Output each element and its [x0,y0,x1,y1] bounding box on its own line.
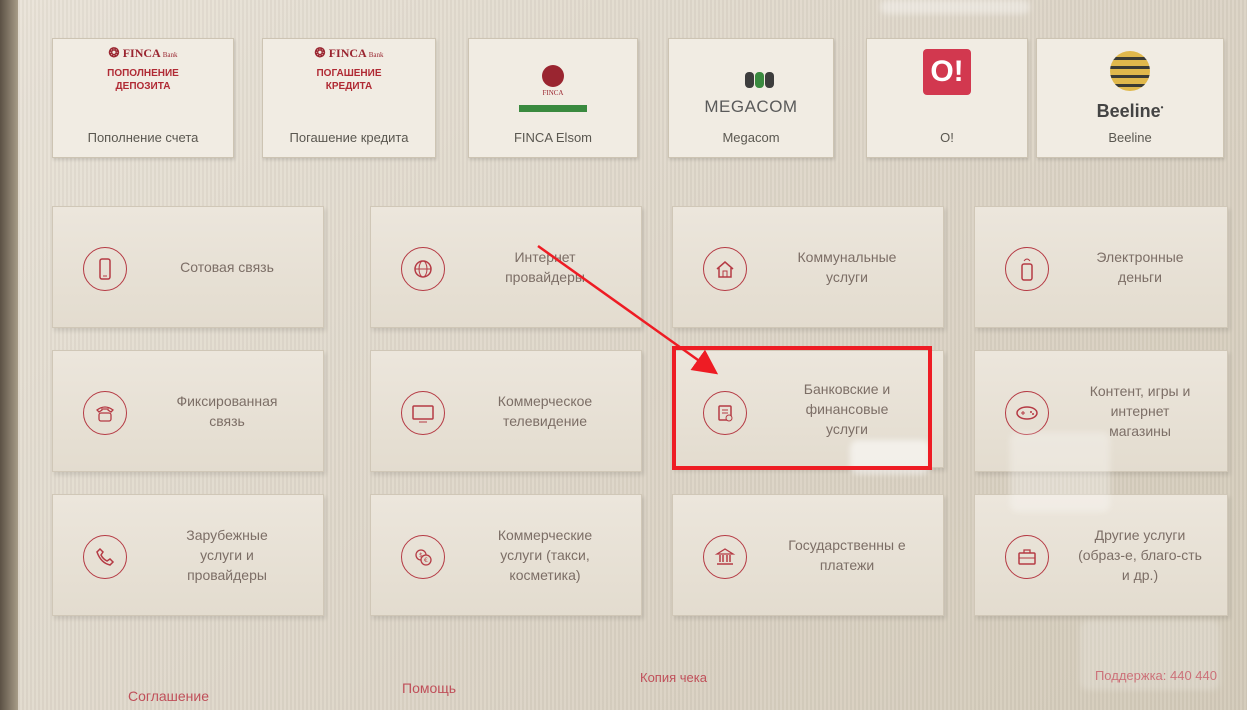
category-label: Сотовая связь [180,259,274,275]
provider-caption: FINCA Elsom [513,130,592,145]
category-commercial-tv[interactable]: Коммерческое телевидение [370,350,642,472]
svg-text:$: $ [419,552,423,559]
category-label: Другие услуги (образ-е, благо-сть и др.) [1078,527,1202,583]
category-government[interactable]: Государственны е платежи [672,494,944,616]
category-landline[interactable]: Фиксированная связь [52,350,324,472]
category-label: Интернет провайдеры [505,249,585,285]
screen-glare [880,0,1030,14]
tv-icon [401,391,445,435]
o-logo: O! [923,49,971,95]
category-label: Зарубежные услуги и провайдеры [186,527,268,583]
globe-icon [401,247,445,291]
screen-glare [1010,432,1110,512]
category-label: Коммерческое телевидение [497,393,593,429]
category-label: Коммерческие услуги (такси, косметика) [497,527,593,583]
house-icon [703,247,747,291]
svg-text:€: € [424,557,428,564]
finca-logo: ❂ FINCA Bank [108,45,178,60]
landline-phone-icon [83,391,127,435]
beeline-ball-icon [1110,51,1150,91]
megacom-logo: MEGACOM [704,97,798,116]
screen-glare [1080,620,1220,690]
finca-elsom-logo: FINCA [524,53,582,105]
provider-caption: Погашение кредита [289,130,409,145]
provider-caption: Beeline [1108,130,1152,145]
provider-logo-subtitle: ПОПОЛНЕНИЕ ДЕПОЗИТА [107,68,179,92]
category-foreign[interactable]: Зарубежные услуги и провайдеры [52,494,324,616]
elsom-bar [519,105,587,112]
government-building-icon [703,535,747,579]
agreement-link[interactable]: Соглашение [128,688,209,704]
megacom-mark-icon [745,72,774,88]
category-internet[interactable]: Интернет провайдеры [370,206,642,328]
screen-bezel [0,0,18,710]
beeline-logo: Beeline• [1096,101,1164,121]
category-label: Фиксированная связь [176,393,278,429]
provider-finca-deposit[interactable]: ❂ FINCA Bank ПОПОЛНЕНИЕ ДЕПОЗИТА Пополнен… [52,38,234,158]
provider-caption: Пополнение счета [87,130,199,145]
help-link[interactable]: Помощь [402,680,456,696]
category-commercial-services[interactable]: $ € Коммерческие услуги (такси, косметика… [370,494,642,616]
briefcase-icon [1005,535,1049,579]
handset-icon [83,535,127,579]
provider-finca-credit[interactable]: ❂ FINCA Bank ПОГАШЕНИЕ КРЕДИТА Погашение … [262,38,436,158]
category-other[interactable]: Другие услуги (образ-е, благо-сть и др.) [974,494,1228,616]
category-e-money[interactable]: Электронные деньги [974,206,1228,328]
game-controller-icon [1005,391,1049,435]
provider-megacom[interactable]: MEGACOM Megacom [668,38,834,158]
provider-caption: O! [940,130,954,145]
category-mobile[interactable]: Сотовая связь [52,206,324,328]
category-utilities[interactable]: Коммунальные услуги [672,206,944,328]
highlight-box [672,346,932,470]
provider-logo-subtitle: ПОГАШЕНИЕ КРЕДИТА [316,68,382,92]
category-label: Коммунальные услуги [797,249,897,285]
provider-finca-elsom[interactable]: FINCA FINCA Elsom [468,38,638,158]
money-icon: $ € [401,535,445,579]
category-label: Государственны е платежи [788,537,906,573]
provider-beeline[interactable]: Beeline• Beeline [1036,38,1224,158]
e-wallet-icon [1005,247,1049,291]
finca-logo: ❂ FINCA Bank [314,45,384,60]
provider-caption: Megacom [722,130,780,145]
mobile-phone-icon [83,247,127,291]
provider-o[interactable]: O! O! [866,38,1028,158]
category-label: Электронные деньги [1096,249,1184,285]
receipt-copy-link[interactable]: Копия чека [640,670,707,685]
